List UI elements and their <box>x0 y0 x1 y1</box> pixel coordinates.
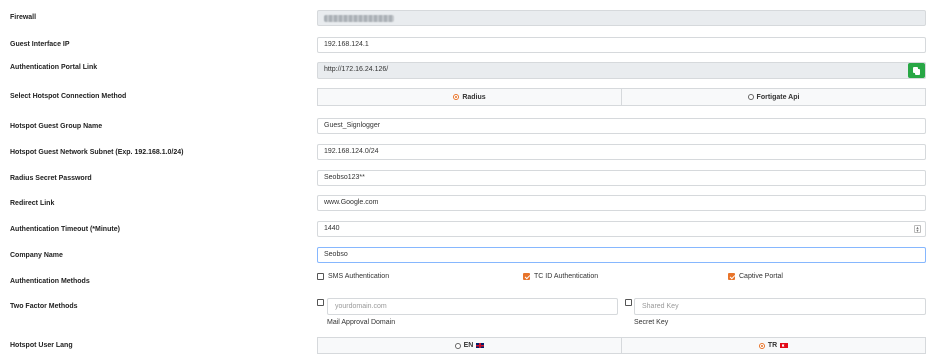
radio-unselected-icon <box>454 342 461 349</box>
radius-secret-label: Radius Secret Password <box>10 175 92 182</box>
auth-timeout-label: Authentication Timeout (*Minute) <box>10 226 120 233</box>
connection-option-radius-label: Radius <box>462 93 486 101</box>
auth-portal-link-value: http://172.16.24.126/ <box>324 66 389 73</box>
guest-group-name-label: Hotspot Guest Group Name <box>10 123 103 130</box>
radio-unselected-icon <box>747 94 754 100</box>
auth-timeout-input[interactable]: 1440 ▲ ▼ <box>317 221 926 237</box>
user-lang-segmented: EN TR <box>317 337 926 354</box>
auth-timeout-value: 1440 <box>324 225 340 232</box>
auth-method-captive-label: Captive Portal <box>739 273 783 280</box>
tr-flag-icon <box>780 343 789 348</box>
mail-approval-checkbox[interactable] <box>317 299 324 306</box>
lang-option-en[interactable]: EN <box>318 338 621 353</box>
connection-option-fortigate-label: Fortigate Api <box>756 93 800 101</box>
lang-option-tr[interactable]: TR <box>621 338 925 353</box>
copy-icon-back <box>915 69 920 75</box>
lang-option-en-label: EN <box>463 342 474 349</box>
guest-network-subnet-label: Hotspot Guest Network Subnet (Exp. 192.1… <box>10 149 184 156</box>
redirect-link-input[interactable]: www.Google.com <box>317 195 926 211</box>
firewall-label: Firewall <box>10 14 37 21</box>
uk-flag-icon <box>476 343 485 348</box>
auth-portal-link-field[interactable]: http://172.16.24.126/ <box>317 62 926 79</box>
auth-methods-label: Authentication Methods <box>10 278 90 285</box>
number-spinner-icon[interactable]: ▲ ▼ <box>914 225 921 233</box>
auth-method-sms-label: SMS Authentication <box>328 273 390 280</box>
auth-method-sms[interactable]: SMS Authentication <box>317 273 389 280</box>
mail-approval-domain-caption: Mail Approval Domain <box>327 319 396 326</box>
checkbox-checked-icon <box>523 273 530 280</box>
guest-interface-ip-input[interactable]: 192.168.124.1 <box>317 37 926 53</box>
firewall-field[interactable] <box>317 10 926 26</box>
auth-portal-link-label: Authentication Portal Link <box>10 64 98 71</box>
guest-network-subnet-input[interactable]: 192.168.124.0/24 <box>317 144 926 160</box>
connection-option-radius[interactable]: Radius <box>318 89 621 105</box>
user-lang-label: Hotspot User Lang <box>10 342 73 349</box>
auth-method-tcid-label: TC ID Authentication <box>534 273 599 280</box>
lang-option-tr-label: TR <box>767 342 778 349</box>
guest-group-name-input[interactable]: Guest_Signlogger <box>317 118 926 134</box>
two-factor-label: Two Factor Methods <box>10 303 78 310</box>
auth-method-tcid[interactable]: TC ID Authentication <box>523 273 598 280</box>
checkbox-unchecked-icon <box>317 273 324 280</box>
company-name-label: Company Name <box>10 252 63 259</box>
connection-method-label: Select Hotspot Connection Method <box>10 93 127 100</box>
firewall-masked-value <box>324 15 394 22</box>
auth-method-captive[interactable]: Captive Portal <box>728 273 783 280</box>
connection-method-segmented: Radius Fortigate Api <box>317 88 926 106</box>
copy-button[interactable] <box>908 63 925 78</box>
radio-selected-icon <box>453 94 460 100</box>
redirect-link-label: Redirect Link <box>10 200 55 207</box>
mail-approval-domain-input[interactable]: yourdomain.com <box>327 298 618 315</box>
secret-key-caption: Secret Key <box>634 319 669 326</box>
company-name-input[interactable]: Seobso <box>317 247 926 263</box>
radio-selected-icon <box>758 342 765 349</box>
secret-key-checkbox[interactable] <box>625 299 632 306</box>
connection-option-fortigate[interactable]: Fortigate Api <box>621 89 925 105</box>
secret-key-input[interactable]: Shared Key <box>634 298 926 315</box>
checkbox-checked-icon <box>728 273 735 280</box>
radius-secret-input[interactable]: Seobso123** <box>317 170 926 186</box>
guest-interface-ip-label: Guest Interface IP <box>10 41 70 48</box>
